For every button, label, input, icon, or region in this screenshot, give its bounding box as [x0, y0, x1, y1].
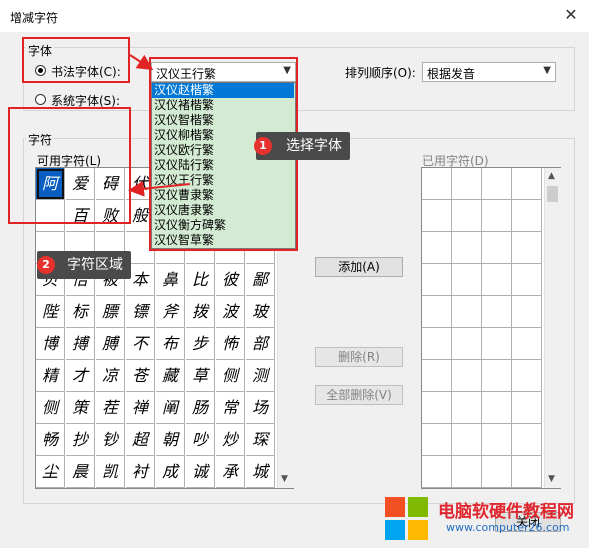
arrow-to-font-list: [129, 54, 154, 71]
watermark-url: www.computer26.com: [446, 521, 570, 534]
callout-char-area-text: 字符区域: [67, 257, 123, 273]
windows-logo-icon: [385, 497, 429, 541]
callout-one-badge: 1: [254, 137, 272, 155]
arrow-to-char-area: [128, 180, 191, 197]
watermark-title: 电脑软硬件教程网: [438, 502, 574, 522]
callout-select-font-text: 选择字体: [286, 138, 342, 154]
callout-two-badge: 2: [37, 256, 55, 274]
